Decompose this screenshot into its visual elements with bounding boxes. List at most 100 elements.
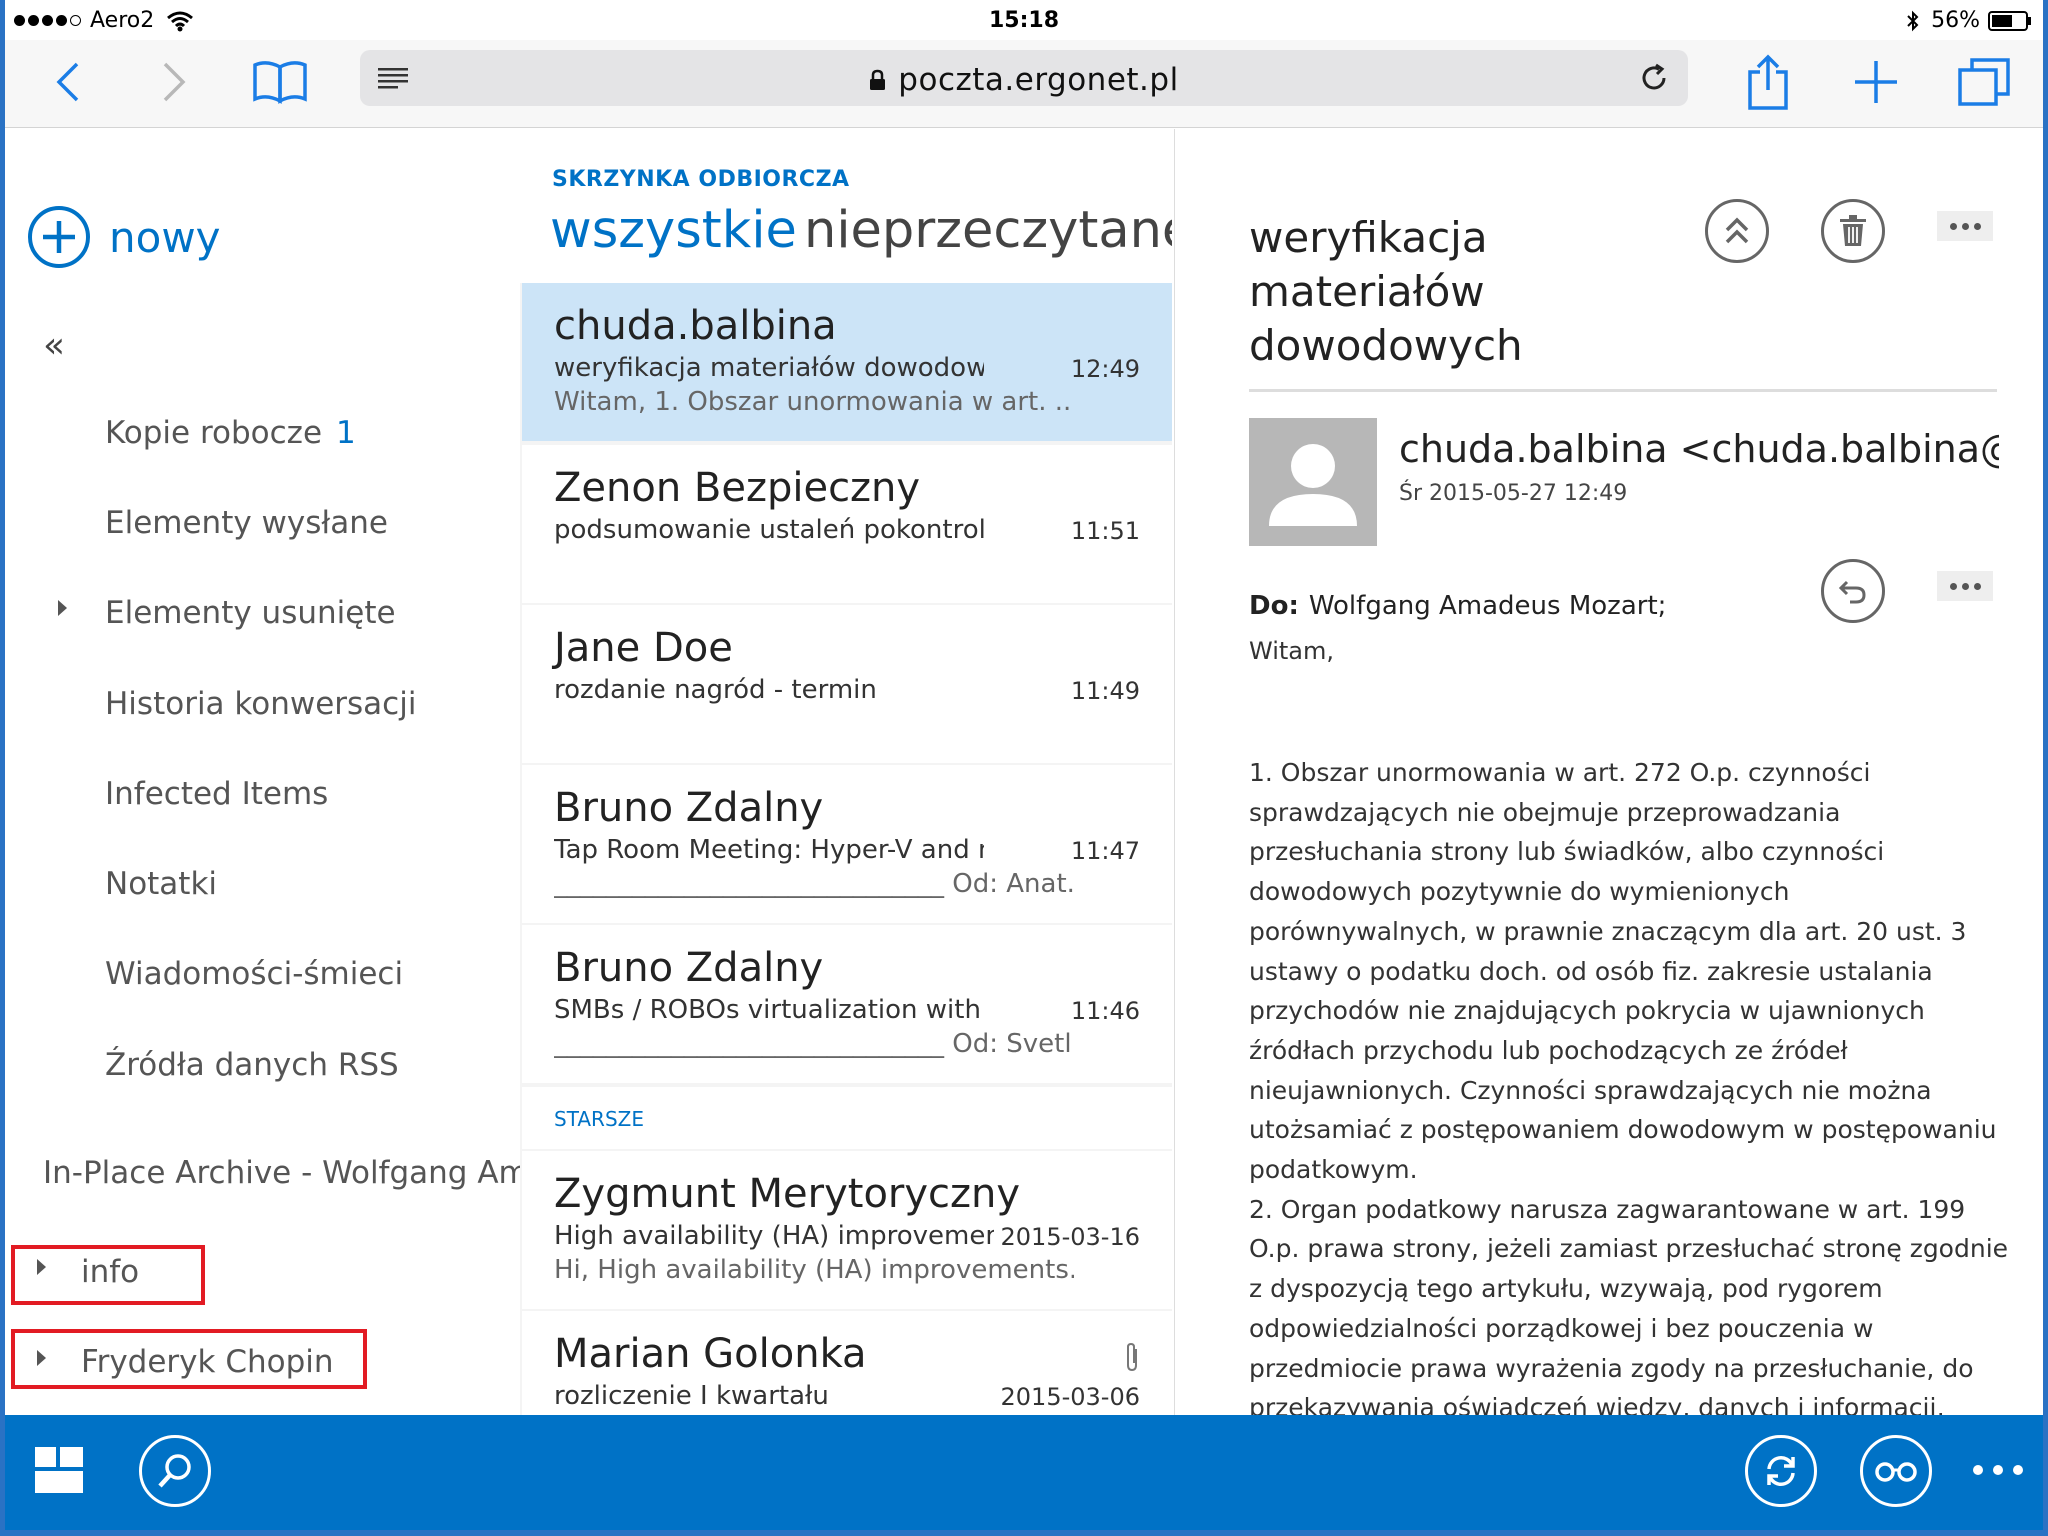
dot [1949,582,1957,590]
sender-address: chuda.balbina <chuda.balbina@c [1399,427,1999,471]
message-body: 1. Obszar unormowania w art. 272 O.p. cz… [1249,753,2009,1415]
search-button[interactable] [139,1435,211,1507]
url-text: poczta.ergonet.pl [898,62,1179,98]
folder-title: SKRZYNKA ODBIORCZA [552,167,850,192]
sent-date: Śr 2015-05-27 12:49 [1399,481,1628,506]
dot [1973,1465,1983,1475]
message-list-pane: SKRZYNKA ODBIORCZA wszystkie nieprzeczyt… [520,129,1172,1415]
address-bar[interactable]: poczta.ergonet.pl [360,50,1688,106]
sync-button[interactable] [1745,1435,1817,1507]
folder-item-sent[interactable]: Elementy wysłane [105,505,388,541]
clock: 15:18 [988,8,1060,33]
unread-count: 1 [336,415,356,451]
bookmarks-button[interactable] [248,54,312,110]
share-icon [1748,54,1788,110]
reading-pane: weryfikacja materiałów dowodowych chuda.… [1174,129,2043,1415]
archive-mailbox[interactable]: In-Place Archive - Wolfgang Amadeus Moza… [43,1155,520,1191]
reload-icon[interactable] [1638,62,1670,94]
dot [1973,582,1981,590]
folder-label: Notatki [105,866,218,902]
folder-item-rss[interactable]: Źródła danych RSS [105,1047,399,1083]
message-sender: Marian Golonka [554,1331,867,1377]
folder-item-infected[interactable]: Infected Items [105,776,328,812]
folder-label: Historia konwersacji [105,686,417,722]
back-button[interactable] [46,54,90,110]
message-row[interactable]: Marian Golonka rozliczenie I kwartału 20… [522,1311,1172,1415]
filter-all-tab[interactable]: wszystkie [550,201,797,260]
message-row[interactable]: Jane Doe rozdanie nagród - termin 11:49 [522,605,1172,763]
plus-circle-icon [28,206,90,268]
body-paragraph: 1. Obszar unormowania w art. 272 O.p. cz… [1249,758,1997,1185]
message-time: 2015-03-06 [1000,1383,1140,1411]
message-time: 11:49 [1070,677,1140,705]
to-label: Do: [1249,591,1299,621]
message-row[interactable]: Bruno Zdalny Tap Room Meeting: Hyper-V a… [522,765,1172,923]
new-mail-label: nowy [109,212,221,262]
older-section-header: STARSZE [522,1087,1172,1149]
folder-item-drafts[interactable]: Kopie robocze 1 [105,415,356,451]
collapse-folders-button[interactable]: « [43,325,65,366]
reply-button[interactable] [1821,559,1885,623]
share-button[interactable] [1738,54,1798,110]
message-title: weryfikacja materiałów dowodowych [1249,213,1523,370]
window-frame [2043,0,2048,1536]
folder-item-deleted[interactable]: Elementy usunięte [105,595,396,631]
folder-item-junk[interactable]: Wiadomości-śmieci [105,956,403,992]
double-chevron-up-icon [1725,217,1749,244]
message-preview: ______________________________ Od: Svetl… [554,1029,1074,1059]
message-sender: Bruno Zdalny [554,945,824,991]
recipient-line: Do: Wolfgang Amadeus Mozart; [1249,591,1666,621]
expand-caret-icon[interactable] [58,600,67,616]
folder-label: Kopie robocze [105,415,323,451]
more-actions-button[interactable] [1937,211,1993,241]
reply-icon [1838,580,1866,604]
status-right: 56% [1905,8,2032,33]
filter-unread-tab[interactable]: nieprzeczytane [804,201,1172,260]
message-time: 11:51 [1070,517,1140,545]
new-mail-button[interactable]: nowy [27,205,221,269]
reply-more-button[interactable] [1937,571,1993,601]
bookmarks-icon [253,61,307,104]
message-row[interactable]: Zygmunt Merytoryczny High availability (… [522,1151,1172,1309]
forward-button[interactable] [152,54,196,110]
person-icon [1269,444,1357,526]
message-sender: Bruno Zdalny [554,785,824,831]
message-row[interactable]: Zenon Bezpieczny podsumowanie ustaleń po… [522,445,1172,603]
shared-mailbox-info[interactable]: info [81,1254,139,1290]
reading-mode-button[interactable] [1860,1435,1932,1507]
lock-icon [870,69,886,90]
app-bar [5,1415,2043,1530]
expand-caret-icon[interactable] [37,1259,46,1275]
message-row[interactable]: chuda.balbina weryfikacja materiałów dow… [522,283,1172,441]
message-subject: SMBs / ROBOs virtualization with Hyper-V [554,995,984,1025]
browser-toolbar: poczta.ergonet.pl [0,40,2048,128]
more-icon[interactable] [1973,1465,2023,1475]
recipient-name[interactable]: Wolfgang Amadeus Mozart; [1309,591,1667,621]
tabs-icon [1958,58,2010,106]
message-subject: High availability (HA) improvements [554,1221,994,1251]
message-preview: Hi, High availability (HA) improvements.… [554,1255,1074,1285]
search-icon [158,1454,191,1488]
shared-mailbox-chopin[interactable]: Fryderyk Chopin [81,1344,334,1380]
trash-icon [1840,215,1866,246]
folder-item-notes[interactable]: Notatki [105,866,217,902]
delete-button[interactable] [1821,199,1885,263]
new-tab-icon [1855,61,1897,103]
message-list-header: SKRZYNKA ODBIORCZA wszystkie nieprzeczyt… [520,129,1172,283]
message-subject: weryfikacja materiałów dowodowych [554,353,984,383]
tabs-button[interactable] [1956,54,2012,110]
message-subject: rozdanie nagród - termin [554,675,877,705]
new-tab-button[interactable] [1848,54,1904,110]
tiles-icon[interactable] [35,1447,83,1495]
folder-label: Elementy wysłane [105,505,388,541]
expand-caret-icon[interactable] [37,1350,46,1366]
expand-conversation-button[interactable] [1705,199,1769,263]
older-section-label: STARSZE [554,1107,644,1131]
dot [1973,222,1981,230]
folder-label: Wiadomości-śmieci [105,956,404,992]
battery-icon [1988,10,2031,31]
message-row[interactable]: Bruno Zdalny SMBs / ROBOs virtualization… [522,925,1172,1083]
folder-item-conversation-history[interactable]: Historia konwersacji [105,686,416,722]
body-paragraph: 2. Organ podatkowy narusza zagwarantowan… [1249,1194,2009,1415]
message-sender: chuda.balbina [554,303,837,349]
